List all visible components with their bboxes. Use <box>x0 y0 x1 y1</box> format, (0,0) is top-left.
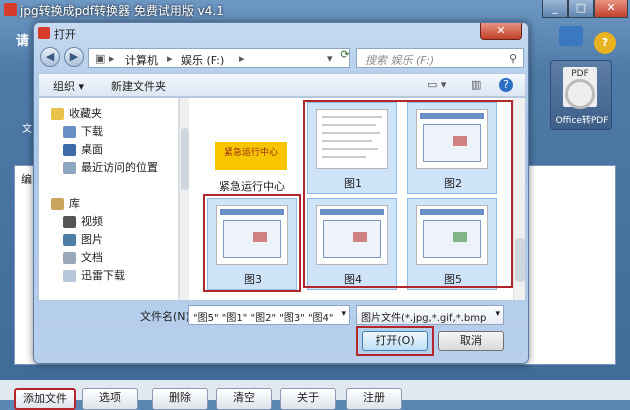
dialog-title: 打开 <box>54 28 76 41</box>
file-item[interactable]: 图1 <box>307 102 397 194</box>
nav-downloads[interactable]: 下载 <box>63 124 103 140</box>
view-options-icon[interactable]: ▭ ▾ <box>427 78 446 91</box>
open-button[interactable]: 打开(O) <box>362 331 428 351</box>
file-label: 图2 <box>444 177 462 190</box>
file-item[interactable]: 图2 <box>407 102 497 194</box>
file-grid-scrollbar[interactable] <box>513 98 525 300</box>
recent-places-icon <box>63 162 76 174</box>
file-thumbnail <box>316 205 388 265</box>
file-grid: 紧急运行中心 紧急运行中心 图1 图2 图3 图4 图5 <box>189 98 513 300</box>
help-icon[interactable]: ? <box>499 78 513 92</box>
computer-icon: ▣ ▸ <box>95 52 115 65</box>
app-logo-icon <box>4 3 17 16</box>
file-item[interactable]: 紧急运行中心 紧急运行中心 <box>207 98 297 193</box>
clear-button[interactable]: 清空 <box>216 388 272 410</box>
delete-button[interactable]: 删除 <box>152 388 208 410</box>
file-thumbnail <box>416 205 488 265</box>
filetype-value: 图片文件(*.jpg,*.gif,*.bmp,*.p <box>361 313 487 324</box>
register-button[interactable]: 注册 <box>346 388 402 410</box>
maximize-button[interactable]: □ <box>568 0 594 18</box>
filetype-select[interactable]: 图片文件(*.jpg,*.gif,*.bmp,*.p ▾ <box>356 305 504 325</box>
nav-documents[interactable]: 文档 <box>63 250 103 266</box>
breadcrumb-sep-icon: ▸ <box>167 52 173 65</box>
scroll-thumb[interactable] <box>515 238 525 282</box>
forward-icon[interactable]: ▶ <box>64 47 84 67</box>
filename-input[interactable]: "图5" "图1" "图2" "图3" "图4" ▾ <box>188 305 350 325</box>
dialog-toolbar: 组织 ▾ 新建文件夹 ▭ ▾ ▥ ? <box>38 73 526 97</box>
help-icon[interactable]: ? <box>594 32 616 54</box>
refresh-icon[interactable]: ⟳ <box>338 48 352 66</box>
documents-icon <box>63 252 76 264</box>
navigation-pane: 收藏夹 下载 桌面 最近访问的位置 库 视频 图片 文档 迅雷下载 <box>39 98 179 300</box>
scroll-thumb[interactable] <box>181 128 189 190</box>
download-folder-icon <box>63 126 76 138</box>
file-thumbnail <box>416 109 488 169</box>
preview-pane-icon[interactable]: ▥ <box>471 78 481 91</box>
dialog-close-button[interactable]: ✕ <box>480 23 522 40</box>
thunder-download-icon <box>63 270 76 282</box>
search-placeholder: 搜索 娱乐 (F:) <box>365 54 435 67</box>
nav-pane-scrollbar[interactable] <box>179 98 189 300</box>
back-icon[interactable]: ◀ <box>40 47 60 67</box>
breadcrumb-sep-icon: ▸ <box>239 52 245 65</box>
file-label: 图3 <box>244 273 262 286</box>
organize-button[interactable]: 组织 ▾ <box>53 78 84 94</box>
cancel-button[interactable]: 取消 <box>438 331 504 351</box>
chat-icon[interactable] <box>558 26 583 46</box>
file-label: 图1 <box>344 177 362 190</box>
open-file-dialog: 打开 ✕ ◀ ▶ ▣ ▸ 计算机 ▸ 娱乐 (F:) ▸ ▾ ⟳ 搜索 娱乐 (… <box>33 22 529 364</box>
search-input[interactable]: 搜索 娱乐 (F:) ⚲ <box>356 48 524 68</box>
help-icons: ? <box>558 26 616 54</box>
add-file-button[interactable]: 添加文件 <box>14 388 76 410</box>
search-icon: ⚲ <box>508 52 517 65</box>
app-title: jpg转换成pdf转换器 免费试用版 v4.1 <box>20 4 224 18</box>
nav-videos[interactable]: 视频 <box>63 214 103 230</box>
file-thumbnail <box>216 205 288 265</box>
breadcrumb-drive[interactable]: 娱乐 (F:) <box>181 52 224 68</box>
file-thumbnail <box>316 109 388 169</box>
about-button[interactable]: 关于 <box>280 388 336 410</box>
nav-recent[interactable]: 最近访问的位置 <box>63 160 158 176</box>
file-label: 图4 <box>344 273 362 286</box>
app-left-label: 请 <box>16 34 30 49</box>
nav-libraries[interactable]: 库 <box>51 196 80 212</box>
new-folder-button[interactable]: 新建文件夹 <box>111 78 166 94</box>
feature-label: Office转PDF <box>555 116 609 126</box>
dialog-logo-icon <box>38 27 50 39</box>
video-icon <box>63 216 76 228</box>
address-bar[interactable]: ▣ ▸ 计算机 ▸ 娱乐 (F:) ▸ ▾ <box>88 48 350 68</box>
nav-thunder-downloads[interactable]: 迅雷下载 <box>63 268 125 284</box>
file-label: 紧急运行中心 <box>219 180 285 193</box>
library-icon <box>51 198 64 210</box>
breadcrumb-computer[interactable]: 计算机 <box>125 52 158 68</box>
file-list-header: 编 <box>21 173 32 186</box>
nav-row: ◀ ▶ ▣ ▸ 计算机 ▸ 娱乐 (F:) ▸ ▾ ⟳ 搜索 娱乐 (F:) ⚲ <box>38 47 526 69</box>
adobe-ring-icon <box>565 79 595 109</box>
nav-pictures[interactable]: 图片 <box>63 232 103 248</box>
options-button[interactable]: 选项 <box>82 388 138 410</box>
chevron-down-icon[interactable]: ▾ <box>341 309 346 319</box>
pictures-icon <box>63 234 76 246</box>
file-item[interactable]: 图4 <box>307 198 397 290</box>
dialog-body: 收藏夹 下载 桌面 最近访问的位置 库 视频 图片 文档 迅雷下载 紧急运行中心… <box>38 97 526 301</box>
file-item[interactable]: 图5 <box>407 198 497 290</box>
file-label: 图5 <box>444 273 462 286</box>
star-icon <box>51 108 64 120</box>
chevron-down-icon[interactable]: ▾ <box>495 309 500 319</box>
nav-favorites[interactable]: 收藏夹 <box>51 106 102 122</box>
nav-desktop[interactable]: 桌面 <box>63 142 103 158</box>
desktop-icon <box>63 144 76 156</box>
file-item[interactable]: 图3 <box>207 198 297 290</box>
app-left-icon-label: 文 <box>22 124 32 135</box>
office-to-pdf-tile[interactable]: PDF Office转PDF <box>550 60 612 130</box>
file-thumbnail: 紧急运行中心 <box>215 142 287 170</box>
address-dropdown-icon[interactable]: ▾ <box>327 52 333 65</box>
filename-value: "图5" "图1" "图2" "图3" "图4" <box>193 313 333 324</box>
minimize-button[interactable]: _ <box>542 0 568 18</box>
app-close-button[interactable]: ✕ <box>594 0 628 18</box>
filename-label: 文件名(N): <box>140 310 194 323</box>
